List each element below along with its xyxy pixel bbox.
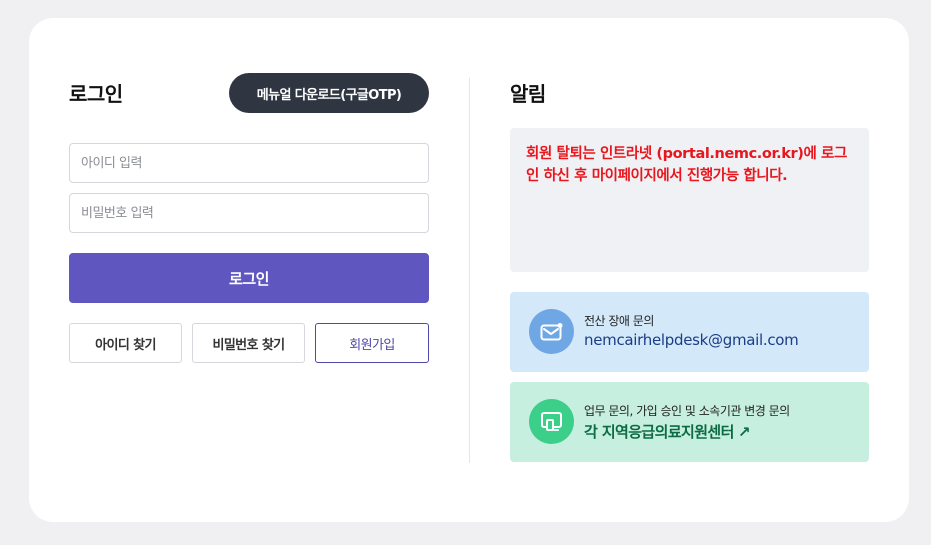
id-input[interactable]	[69, 143, 429, 183]
device-icon	[529, 399, 574, 444]
signup-button[interactable]: 회원가입	[315, 323, 429, 363]
manual-download-button[interactable]: 메뉴얼 다운로드(구글OTP)	[229, 73, 429, 113]
helpdesk-label: 전산 장애 문의	[584, 314, 654, 328]
find-password-button[interactable]: 비밀번호 찾기	[192, 323, 305, 363]
helpdesk-email: nemcairhelpdesk@gmail.com	[584, 331, 799, 349]
login-title: 로그인	[69, 82, 123, 106]
regional-center-link-text: 각 지역응급의료지원센터	[584, 423, 734, 441]
notice-title: 알림	[510, 82, 546, 106]
login-card: 로그인 메뉴얼 다운로드(구글OTP) 로그인 아이디 찾기 비밀번호 찾기 회…	[29, 18, 909, 522]
regional-center-link[interactable]: 각 지역응급의료지원센터 ↗	[584, 421, 750, 442]
section-divider	[469, 78, 470, 463]
regional-center-contact: 업무 문의, 가입 승인 및 소속기관 변경 문의 각 지역응급의료지원센터 ↗	[510, 382, 869, 462]
external-link-icon: ↗	[737, 423, 751, 441]
notice-message: 회원 탈퇴는 인트라넷 (portal.nemc.or.kr)에 로그인 하신 …	[526, 146, 847, 184]
helpdesk-contact: 전산 장애 문의 nemcairhelpdesk@gmail.com	[510, 292, 869, 372]
regional-center-label: 업무 문의, 가입 승인 및 소속기관 변경 문의	[584, 404, 790, 418]
notice-box: 회원 탈퇴는 인트라넷 (portal.nemc.or.kr)에 로그인 하신 …	[510, 128, 869, 272]
login-button[interactable]: 로그인	[69, 253, 429, 303]
mail-icon	[529, 309, 574, 354]
find-id-button[interactable]: 아이디 찾기	[69, 323, 182, 363]
password-input[interactable]	[69, 193, 429, 233]
